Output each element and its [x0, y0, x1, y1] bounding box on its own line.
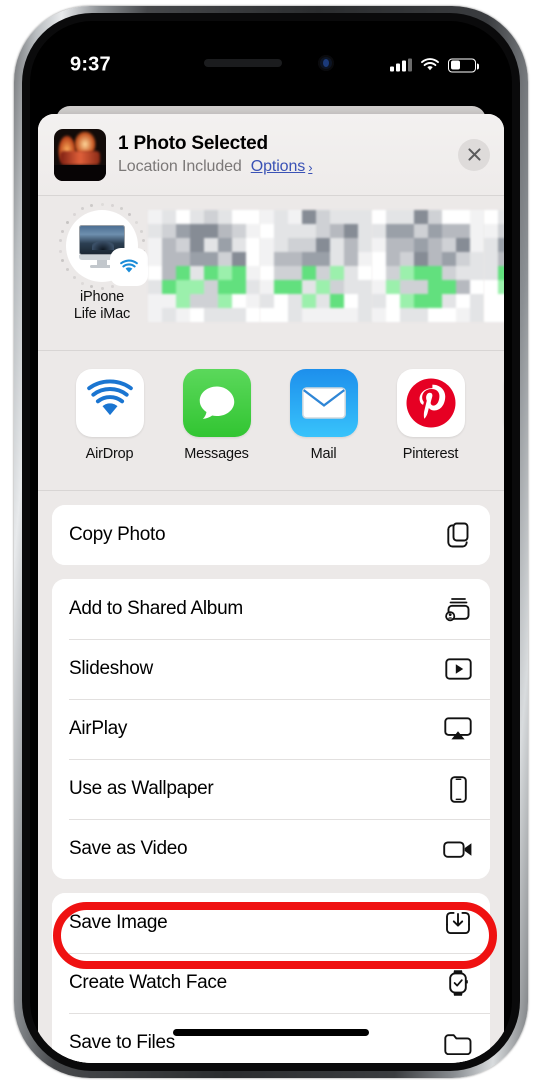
wifi-icon — [421, 58, 439, 71]
action-row-airplay[interactable]: AirPlay — [52, 699, 490, 759]
action-row-label: Save as Video — [69, 838, 188, 859]
share-sheet-header: 1 Photo Selected Location Included Optio… — [38, 114, 504, 196]
battery-icon — [448, 58, 480, 72]
contact-name-line2: Life iMac — [73, 306, 131, 323]
avatar — [58, 202, 146, 290]
home-indicator[interactable] — [173, 1029, 369, 1036]
dynamic-island — [196, 48, 346, 78]
action-row-label: Add to Shared Album — [69, 598, 243, 619]
airdrop-contact-imac[interactable]: iPhone Life iMac — [56, 202, 148, 323]
action-row-label: Save Image — [69, 912, 168, 933]
earpiece-speaker — [204, 59, 282, 67]
location-included-label: Location Included — [118, 158, 242, 175]
options-link[interactable]: Options › — [251, 158, 313, 176]
action-row-label: Copy Photo — [69, 524, 166, 545]
video-camera-icon — [443, 839, 473, 860]
airdrop-contact-label: iPhone Life iMac — [56, 289, 148, 323]
airdrop-icon — [75, 369, 144, 437]
airdrop-contact-blurred[interactable] — [484, 210, 504, 330]
status-time: 9:37 — [70, 53, 111, 76]
pinterest-icon — [396, 369, 465, 437]
phone-screen: 9:37 1 Photo Selected Location Included … — [30, 21, 512, 1063]
share-sheet: 1 Photo Selected Location Included Optio… — [38, 114, 504, 1063]
copy-icon — [443, 522, 473, 548]
apple-watch-icon — [443, 969, 473, 997]
messages-icon — [182, 369, 251, 437]
chevron-right-icon: › — [308, 159, 313, 175]
action-row-slideshow[interactable]: Slideshow — [52, 639, 490, 699]
options-link-label: Options — [250, 158, 306, 175]
selected-photo-thumbnail[interactable] — [54, 128, 106, 181]
share-app-label: AirDrop — [85, 446, 134, 462]
wallpaper-icon — [443, 775, 473, 803]
airdrop-contact-blurred[interactable] — [372, 210, 484, 330]
mail-icon — [289, 369, 358, 437]
airdrop-contact-blurred[interactable] — [148, 210, 260, 330]
slideshow-icon — [443, 658, 473, 680]
status-bar: 9:37 — [30, 21, 512, 93]
action-row-copy-photo[interactable]: Copy Photo — [52, 505, 490, 565]
share-app-messages[interactable]: Messages — [163, 369, 270, 462]
save-download-icon — [443, 910, 473, 936]
status-indicators — [390, 58, 480, 73]
action-row-save-to-files[interactable]: Save to Files — [52, 1013, 490, 1063]
action-row-label: Use as Wallpaper — [69, 778, 214, 799]
airdrop-badge-icon — [112, 250, 146, 284]
share-app-label: Mail — [310, 446, 337, 462]
share-apps-row[interactable]: AirDrop Messages Mail Pinterest — [38, 351, 504, 491]
share-app-label: Messages — [184, 446, 249, 462]
close-button[interactable] — [458, 138, 490, 171]
airdrop-contact-blurred[interactable] — [260, 210, 372, 330]
action-row-label: Slideshow — [69, 658, 153, 679]
action-group: Save Image Create Watch Face Save to Fil… — [52, 893, 490, 1063]
action-row-save-as-video[interactable]: Save as Video — [52, 819, 490, 879]
action-list: Copy Photo Add to Shared Album Slideshow… — [38, 491, 504, 1063]
front-camera-icon — [318, 55, 334, 71]
close-icon — [467, 148, 481, 161]
shared-album-icon — [443, 596, 473, 622]
airdrop-contacts-row[interactable]: iPhone Life iMac — [38, 196, 504, 351]
share-app-airdrop[interactable]: AirDrop — [56, 369, 163, 462]
action-group: Add to Shared Album Slideshow AirPlay Us… — [52, 579, 490, 879]
share-app-pinterest[interactable]: Pinterest — [377, 369, 484, 462]
share-app-yahoo[interactable]: Ya — [484, 369, 504, 462]
share-app-label: Pinterest — [402, 446, 459, 462]
yahoo-icon — [503, 369, 504, 437]
share-app-label: Ya — [484, 446, 504, 462]
airplay-icon — [443, 717, 473, 741]
share-sheet-subtitle: Location Included Options › — [118, 158, 458, 176]
action-row-save-image[interactable]: Save Image — [52, 893, 490, 953]
folder-icon — [443, 1032, 473, 1055]
action-row-create-watch-face[interactable]: Create Watch Face — [52, 953, 490, 1013]
action-row-label: AirPlay — [69, 718, 128, 739]
contact-name-line1: iPhone — [80, 289, 124, 305]
action-row-label: Create Watch Face — [69, 972, 227, 993]
action-row-use-as-wallpaper[interactable]: Use as Wallpaper — [52, 759, 490, 819]
share-app-mail[interactable]: Mail — [270, 369, 377, 462]
action-group: Copy Photo — [52, 505, 490, 565]
page-title: 1 Photo Selected — [118, 133, 268, 154]
share-sheet-header-text: 1 Photo Selected Location Included Optio… — [118, 133, 458, 176]
action-row-add-to-shared-album[interactable]: Add to Shared Album — [52, 579, 490, 639]
cellular-bars-icon — [390, 58, 412, 72]
